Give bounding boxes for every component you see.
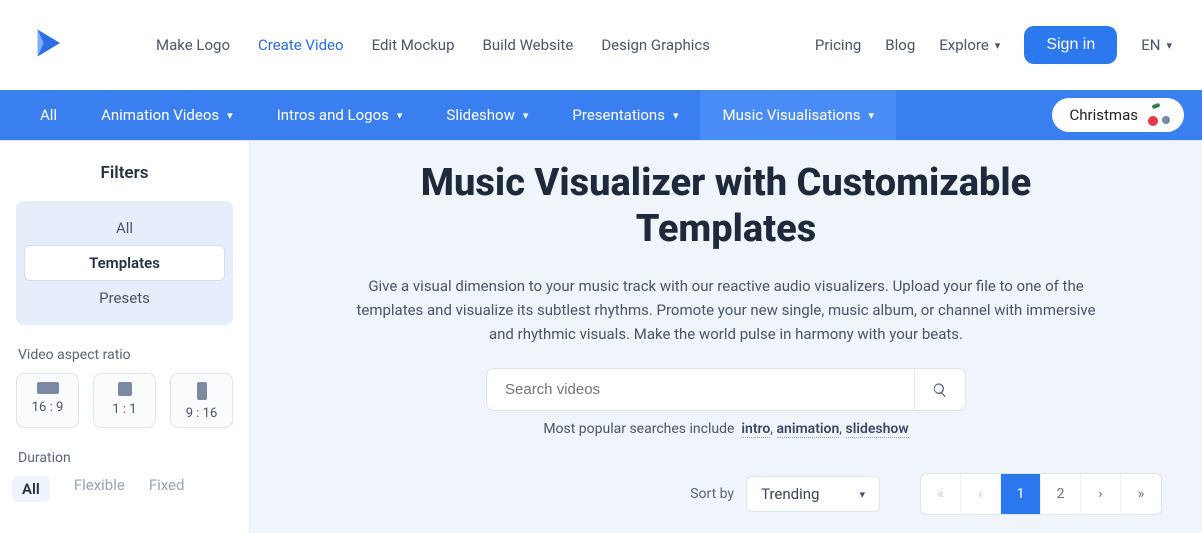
nav-explore[interactable]: Explore ▾ [939,36,1000,54]
filter-presets[interactable]: Presets [24,281,225,315]
signin-button[interactable]: Sign in [1024,26,1117,64]
duration-flexible[interactable]: Flexible [74,476,125,502]
cat-christmas-label: Christmas [1070,106,1138,124]
brand-logo[interactable] [30,25,66,65]
chevron-down-icon: ▾ [523,109,529,122]
search-box [486,368,966,411]
sort-label: Sort by [690,486,734,502]
ratio-label: 1 : 1 [112,402,136,417]
popular-intro[interactable]: intro [741,421,770,438]
cat-christmas[interactable]: Christmas [1052,98,1184,132]
cat-label: Slideshow [446,106,514,124]
pager-next[interactable]: › [1081,474,1121,514]
cat-label: Presentations [572,106,665,124]
nav-create-video[interactable]: Create Video [258,36,344,54]
search-input[interactable] [486,368,914,411]
chevron-down-icon: ▾ [995,39,1001,52]
nav-edit-mockup[interactable]: Edit Mockup [372,36,455,54]
chevron-down-icon: ▾ [859,488,865,501]
category-bar: All Animation Videos▾ Intros and Logos▾ … [0,90,1202,140]
main-nav: Make Logo Create Video Edit Mockup Build… [156,36,710,54]
duration-label: Duration [18,450,233,466]
page-description: Give a visual dimension to your music tr… [356,274,1096,346]
ratio-1-1-icon [118,382,132,396]
filter-type-block: All Templates Presets [16,201,233,325]
chevron-down-icon: ▾ [869,109,875,122]
language-switch[interactable]: EN ▾ [1141,36,1172,54]
pager-first[interactable]: « [921,474,961,514]
main-content: Music Visualizer with Customizable Templ… [250,141,1202,533]
language-label: EN [1141,36,1160,54]
cat-all[interactable]: All [18,90,79,140]
search-icon [932,382,948,398]
filters-sidebar: Filters All Templates Presets Video aspe… [0,141,250,533]
cat-music-visualisations[interactable]: Music Visualisations ▾ [700,90,896,140]
chevron-down-icon: ▾ [397,109,403,122]
ratio-16-9[interactable]: 16 : 9 [16,373,79,428]
filter-templates[interactable]: Templates [24,245,225,281]
christmas-ornaments-icon [1148,104,1170,126]
cat-label: Intros and Logos [277,106,389,124]
pagination: « ‹ 1 2 › » [920,473,1162,515]
nav-design-graphics[interactable]: Design Graphics [601,36,710,54]
popular-animation[interactable]: animation [777,421,840,438]
cat-label: Animation Videos [101,106,219,124]
cat-intros-logos[interactable]: Intros and Logos ▾ [255,90,425,140]
chevron-down-icon: ▾ [1166,39,1172,52]
ratio-label: 9 : 16 [186,406,218,421]
ratio-16-9-icon [37,382,59,394]
ratio-9-16[interactable]: 9 : 16 [170,373,233,428]
pager-page-1[interactable]: 1 [1001,474,1041,514]
pager-page-2[interactable]: 2 [1041,474,1081,514]
cat-animation-videos[interactable]: Animation Videos ▾ [79,90,255,140]
nav-make-logo[interactable]: Make Logo [156,36,230,54]
filter-all[interactable]: All [24,211,225,245]
popular-prefix: Most popular searches include [543,421,734,437]
filters-title: Filters [16,163,233,183]
cat-slideshow[interactable]: Slideshow ▾ [424,90,550,140]
duration-all[interactable]: All [12,476,50,502]
page-title: Music Visualizer with Customizable Templ… [346,161,1106,252]
ratio-1-1[interactable]: 1 : 1 [93,373,156,428]
pager-prev[interactable]: ‹ [961,474,1001,514]
popular-searches: Most popular searches include intro, ani… [290,421,1162,437]
aspect-ratio-label: Video aspect ratio [18,347,233,363]
pager-last[interactable]: » [1121,474,1161,514]
nav-build-website[interactable]: Build Website [483,36,574,54]
sort-select[interactable]: Trending ▾ [746,476,880,512]
search-button[interactable] [914,368,966,411]
nav-explore-label: Explore [939,36,989,54]
ratio-label: 16 : 9 [32,400,64,415]
cat-label: All [40,106,57,124]
sort-value: Trending [761,485,819,503]
cat-label: Music Visualisations [722,106,860,124]
ratio-9-16-icon [197,382,207,400]
duration-fixed[interactable]: Fixed [149,476,185,502]
chevron-down-icon: ▾ [673,109,679,122]
nav-blog[interactable]: Blog [885,36,915,54]
cat-presentations[interactable]: Presentations ▾ [550,90,700,140]
nav-pricing[interactable]: Pricing [815,36,861,54]
chevron-down-icon: ▾ [227,109,233,122]
popular-slideshow[interactable]: slideshow [846,421,909,438]
